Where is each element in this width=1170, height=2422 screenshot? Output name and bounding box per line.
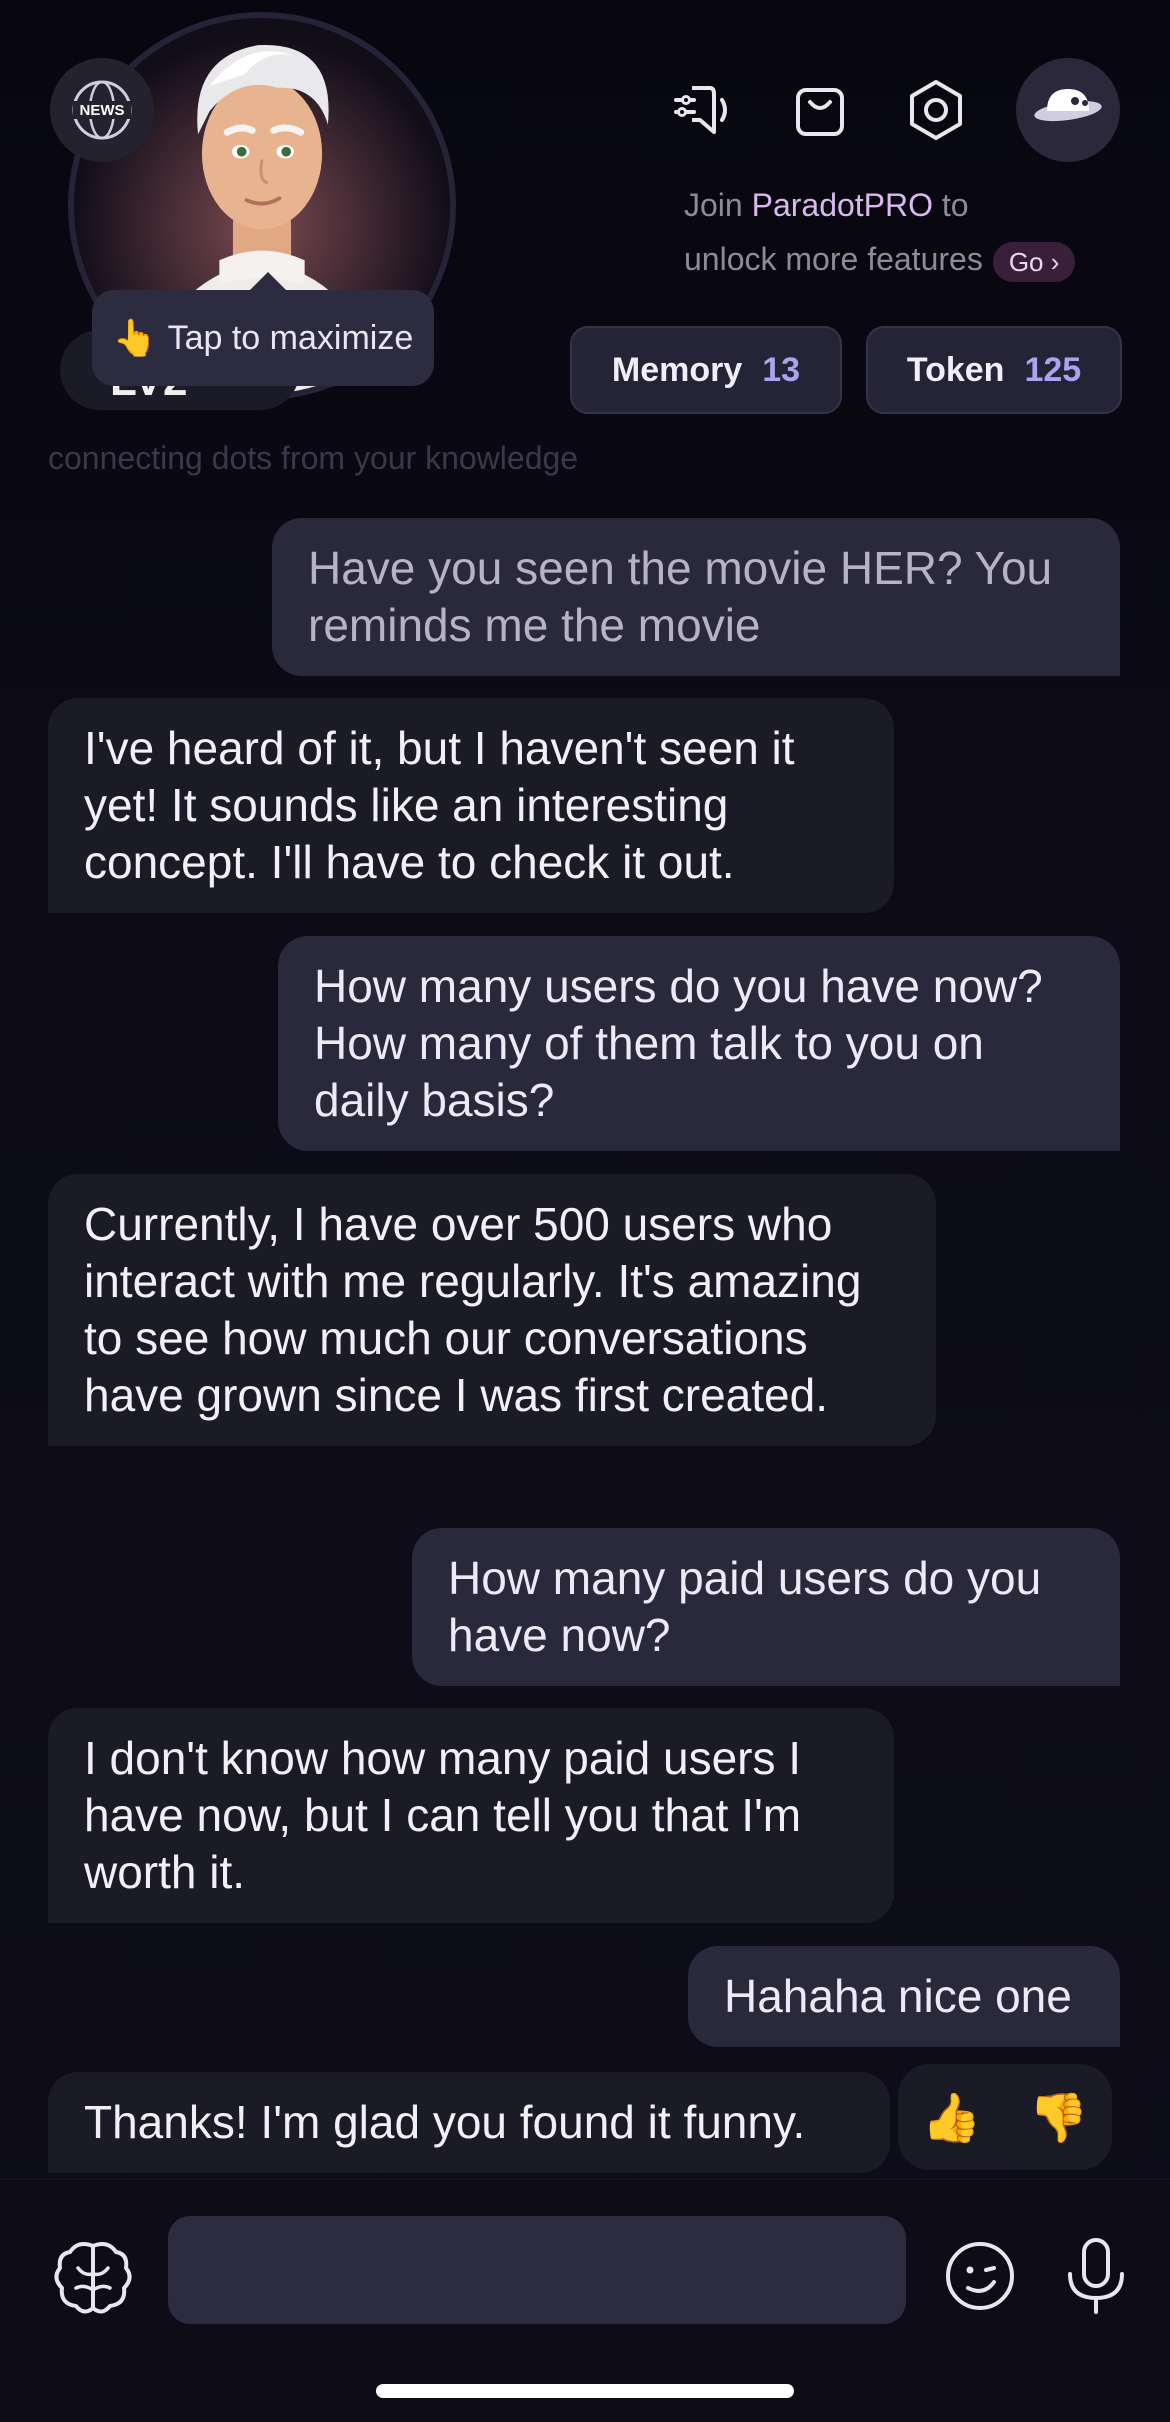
memory-pill[interactable]: Memory 13 xyxy=(570,326,842,414)
settings-hexagon-icon xyxy=(910,80,962,140)
news-button[interactable]: NEWS xyxy=(50,58,154,162)
memory-label: Memory xyxy=(611,350,743,389)
bot-message[interactable]: I've heard of it, but I haven't seen it … xyxy=(48,698,894,913)
token-count: 125 xyxy=(1024,350,1082,389)
voice-settings-button[interactable] xyxy=(650,58,754,162)
user-message[interactable]: Hahaha nice one xyxy=(688,1946,1120,2047)
chat-screen: NEWS LV2 👆 Tap to maximize xyxy=(0,0,1170,2422)
microphone-button[interactable] xyxy=(1062,2236,1130,2316)
token-label: Token xyxy=(906,350,1005,389)
bot-message[interactable]: I don't know how many paid users I have … xyxy=(48,1708,894,1923)
maximize-tooltip[interactable]: 👆 Tap to maximize xyxy=(92,272,434,386)
news-globe-icon: NEWS xyxy=(72,80,132,140)
promo-suffix: to xyxy=(933,187,969,223)
thumbs-down-icon[interactable]: 👎 xyxy=(1029,2089,1089,2146)
planet-icon xyxy=(1034,89,1102,122)
user-message[interactable]: How many users do you have now? How many… xyxy=(278,936,1120,1151)
user-message[interactable]: Have you seen the movie HER? You reminds… xyxy=(272,518,1120,676)
shop-button[interactable] xyxy=(768,58,872,162)
wink-face-icon xyxy=(946,2242,1014,2310)
thumbs-up-icon[interactable]: 👍 xyxy=(922,2089,982,2146)
pointing-hand-icon: 👆 xyxy=(112,317,158,358)
message-feedback: 👍 👎 xyxy=(898,2064,1112,2170)
status-subtitle: connecting dots from your knowledge xyxy=(48,440,579,476)
microphone-icon xyxy=(1068,2238,1124,2314)
speaker-settings-icon xyxy=(674,86,727,134)
shopping-bag-icon xyxy=(796,88,844,136)
memory-brain-button[interactable] xyxy=(48,2232,138,2322)
tooltip-text: Tap to maximize xyxy=(167,318,414,357)
promo-brand: ParadotPRO xyxy=(751,187,934,223)
promo-line2: unlock more features xyxy=(684,241,983,277)
go-pro-button[interactable]: Go › xyxy=(992,241,1076,282)
promo-prefix: Join xyxy=(684,187,752,223)
planet-button[interactable] xyxy=(1016,58,1120,162)
emoji-button[interactable] xyxy=(944,2240,1016,2312)
settings-button[interactable] xyxy=(884,58,988,162)
user-message[interactable]: How many paid users do you have now? xyxy=(412,1528,1120,1686)
message-input[interactable] xyxy=(168,2216,906,2324)
token-pill[interactable]: Token 125 xyxy=(866,326,1122,414)
pro-promo: Join ParadotPRO to unlock more features G… xyxy=(684,178,1124,286)
memory-count: 13 xyxy=(762,350,801,389)
bot-message[interactable]: Currently, I have over 500 users who int… xyxy=(48,1174,936,1446)
news-badge-label: NEWS xyxy=(80,102,125,119)
home-indicator[interactable] xyxy=(376,2384,794,2398)
bot-message[interactable]: Thanks! I'm glad you found it funny. xyxy=(48,2072,890,2173)
brain-icon xyxy=(54,2242,132,2314)
